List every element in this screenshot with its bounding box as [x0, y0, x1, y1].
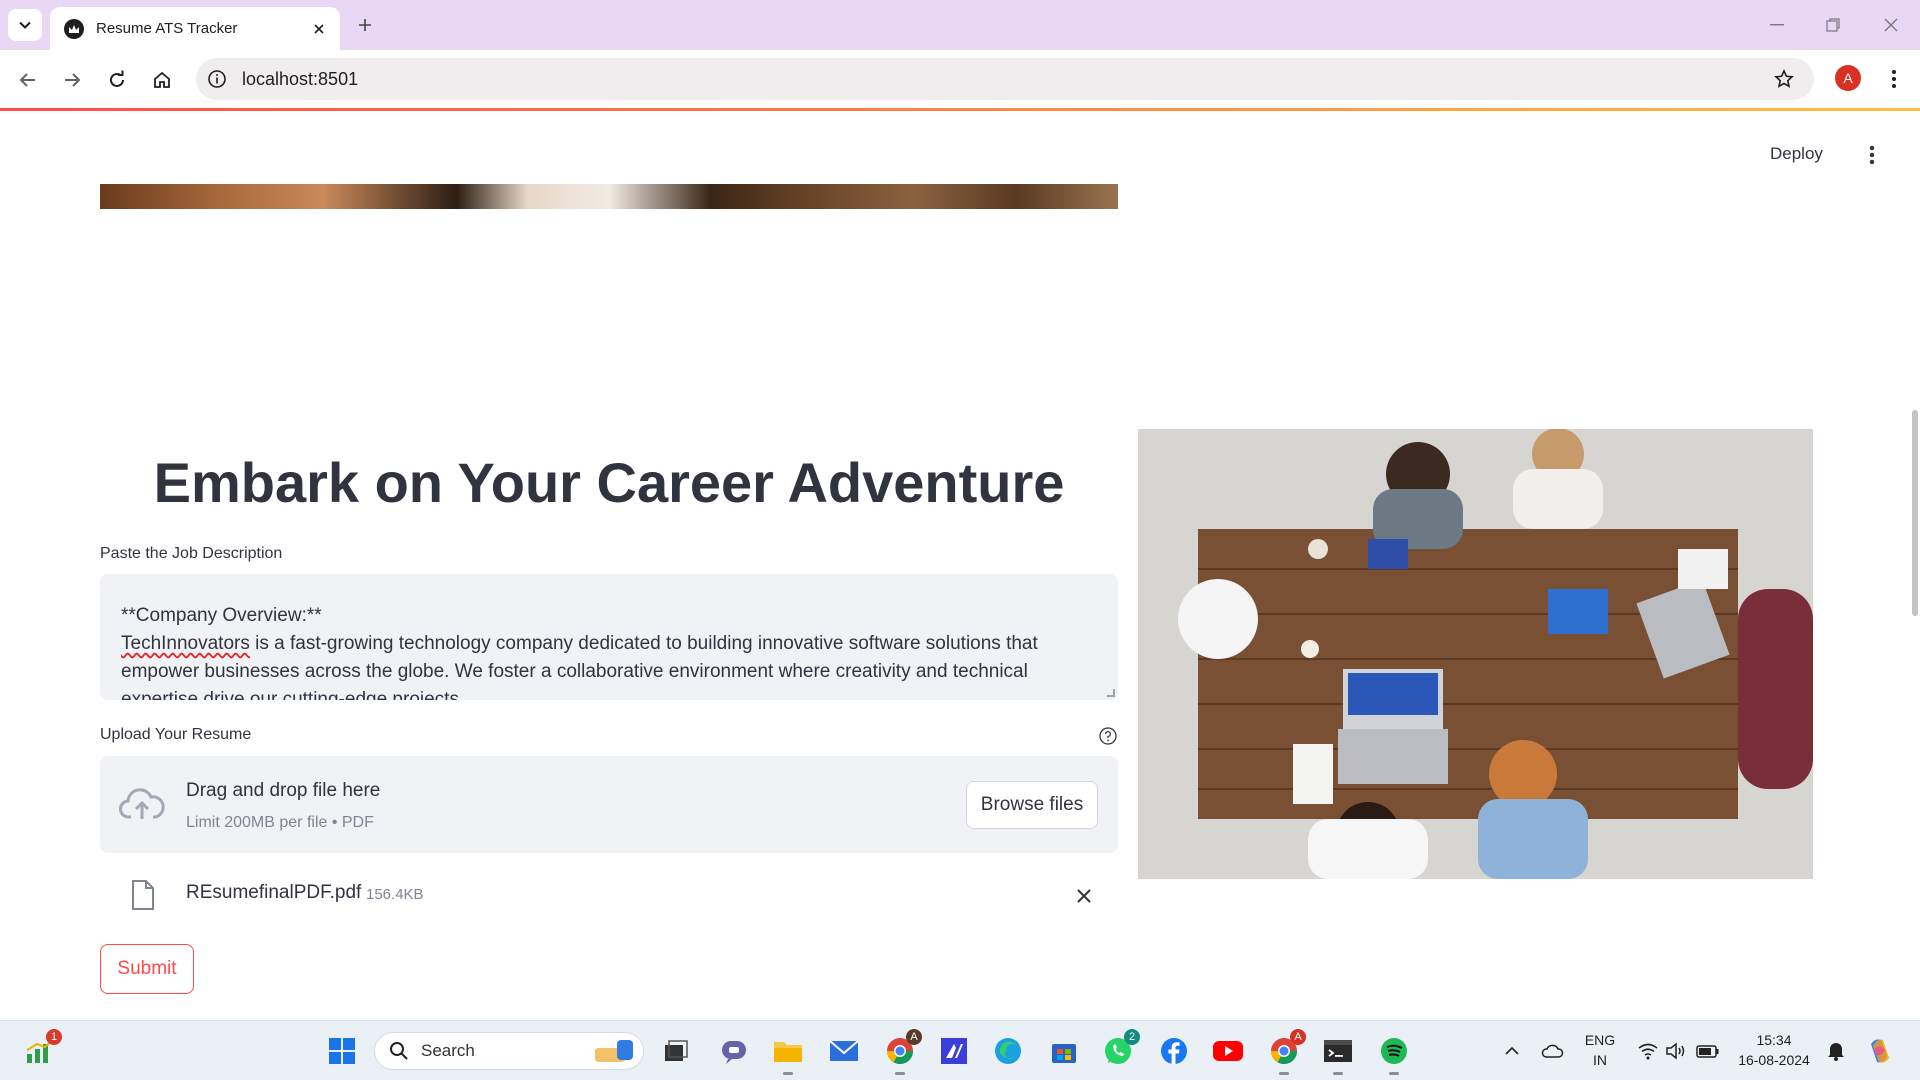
bookmark-star-icon[interactable]	[1772, 67, 1796, 91]
tab-search-button[interactable]	[8, 9, 42, 41]
browser-tabstrip: Resume ATS Tracker	[0, 0, 1920, 50]
jd-line: empower businesses across the globe. We …	[121, 661, 1028, 682]
resize-handle[interactable]	[1107, 689, 1115, 697]
page-title: Embark on Your Career Adventure	[153, 451, 1065, 514]
window-close-icon[interactable]	[1876, 12, 1906, 38]
app-loading-bar	[0, 108, 1920, 111]
chrome-icon[interactable]: A	[1266, 1029, 1306, 1075]
volume-icon[interactable]	[1658, 1033, 1694, 1069]
whatsapp-badge: 2	[1124, 1029, 1140, 1045]
copilot-icon[interactable]	[1862, 1033, 1898, 1069]
language-region[interactable]: IN	[1580, 1052, 1620, 1068]
microsoft-store-icon[interactable]	[1046, 1033, 1082, 1069]
jd-line-text: is a fast-growing technology company ded…	[249, 633, 1038, 654]
misspelled-word: TechInnovators	[121, 633, 250, 654]
minimize-icon[interactable]	[1762, 12, 1792, 38]
file-dropzone[interactable]: Drag and drop file here Limit 200MB per …	[100, 756, 1118, 853]
file-explorer-icon[interactable]	[770, 1033, 806, 1075]
tab-title: Resume ATS Tracker	[96, 20, 238, 37]
chrome-profile-badge: A	[1290, 1029, 1306, 1045]
browser-tab-active[interactable]: Resume ATS Tracker	[50, 7, 340, 50]
search-placeholder: Search	[421, 1041, 475, 1060]
mail-icon[interactable]	[826, 1033, 862, 1069]
language-code[interactable]: ENG	[1580, 1032, 1620, 1048]
chevron-down-icon	[19, 21, 31, 29]
clock-date[interactable]: 16-08-2024	[1728, 1052, 1820, 1068]
search-highlight-icon	[595, 1040, 633, 1062]
chrome-badge: A	[906, 1029, 922, 1045]
youtube-icon[interactable]	[1210, 1033, 1246, 1069]
browser-menu-icon[interactable]	[1880, 64, 1908, 94]
upload-label: Upload Your Resume	[100, 726, 252, 743]
file-size: 156.4KB	[366, 886, 424, 903]
job-description-textarea[interactable]: **Company Overview:** TechInnovators is …	[100, 574, 1118, 700]
whatsapp-icon[interactable]: 2	[1100, 1029, 1140, 1069]
dropzone-limit: Limit 200MB per file • PDF	[186, 814, 374, 831]
profile-avatar[interactable]: A	[1835, 65, 1861, 91]
remove-file-icon[interactable]	[1070, 882, 1098, 910]
stocks-widget-icon[interactable]: 1	[22, 1029, 62, 1069]
onedrive-cloud-icon[interactable]	[1534, 1033, 1570, 1069]
dropzone-title: Drag and drop file here	[186, 780, 381, 801]
restore-icon[interactable]	[1818, 12, 1848, 38]
clock-time[interactable]: 15:34	[1728, 1032, 1820, 1048]
teams-chat-icon[interactable]	[716, 1033, 752, 1069]
running-indicator	[895, 1072, 905, 1075]
search-icon	[390, 1042, 408, 1060]
banner-image	[100, 184, 1118, 209]
browser-toolbar: localhost:8501 A	[0, 50, 1920, 108]
uploaded-file-row: REsumefinalPDF.pdf 156.4KB	[100, 872, 1118, 916]
running-indicator	[783, 1072, 793, 1075]
browse-files-button[interactable]: Browse files	[966, 781, 1098, 829]
spotify-icon[interactable]	[1376, 1033, 1412, 1075]
address-bar[interactable]: localhost:8501	[196, 58, 1814, 100]
chrome-profile-icon[interactable]: A	[882, 1029, 922, 1075]
jd-line: **Company Overview:**	[121, 605, 322, 626]
help-icon[interactable]	[1098, 726, 1118, 746]
home-icon[interactable]	[146, 64, 178, 96]
jd-line: TechInnovators is a fast-growing technol…	[121, 630, 1098, 658]
new-tab-icon[interactable]	[352, 12, 378, 38]
taskbar-search[interactable]: Search	[374, 1032, 644, 1070]
facebook-icon[interactable]	[1156, 1033, 1192, 1069]
streamlit-crown-icon	[64, 18, 84, 39]
windows-start-icon[interactable]	[324, 1033, 360, 1069]
forward-arrow-icon[interactable]	[56, 64, 88, 96]
tray-chevron-up-icon[interactable]	[1494, 1033, 1530, 1069]
cloud-upload-icon	[118, 780, 166, 828]
running-indicator	[1333, 1072, 1343, 1075]
file-name: REsumefinalPDF.pdf	[186, 882, 362, 903]
running-indicator	[1389, 1072, 1399, 1075]
visual-studio-icon[interactable]	[936, 1033, 972, 1069]
url-text: localhost:8501	[242, 68, 359, 89]
jd-line: expertise drive our cutting-edge project…	[121, 689, 465, 700]
battery-icon[interactable]	[1690, 1033, 1726, 1069]
back-arrow-icon[interactable]	[12, 64, 44, 96]
site-info-icon[interactable]	[206, 68, 228, 90]
edge-browser-icon[interactable]	[990, 1033, 1026, 1069]
notification-badge: 1	[46, 1029, 62, 1045]
notification-bell-icon[interactable]	[1818, 1033, 1854, 1069]
terminal-icon[interactable]	[1320, 1033, 1356, 1075]
deploy-button[interactable]: Deploy	[1770, 138, 1823, 170]
job-description-label: Paste the Job Description	[100, 545, 283, 562]
file-icon	[128, 878, 158, 912]
running-indicator	[1279, 1072, 1289, 1075]
task-view-icon[interactable]	[658, 1033, 694, 1069]
taskbar: 1 Search A 2 A ENG IN 15:34 16-08-2024	[0, 1020, 1920, 1080]
app-menu-icon[interactable]	[1858, 140, 1886, 170]
reload-icon[interactable]	[101, 64, 133, 96]
tab-close-icon[interactable]	[308, 18, 330, 40]
page-scrollbar[interactable]	[1912, 410, 1918, 616]
team-meeting-image	[1138, 429, 1813, 879]
submit-button[interactable]: Submit	[100, 944, 194, 994]
